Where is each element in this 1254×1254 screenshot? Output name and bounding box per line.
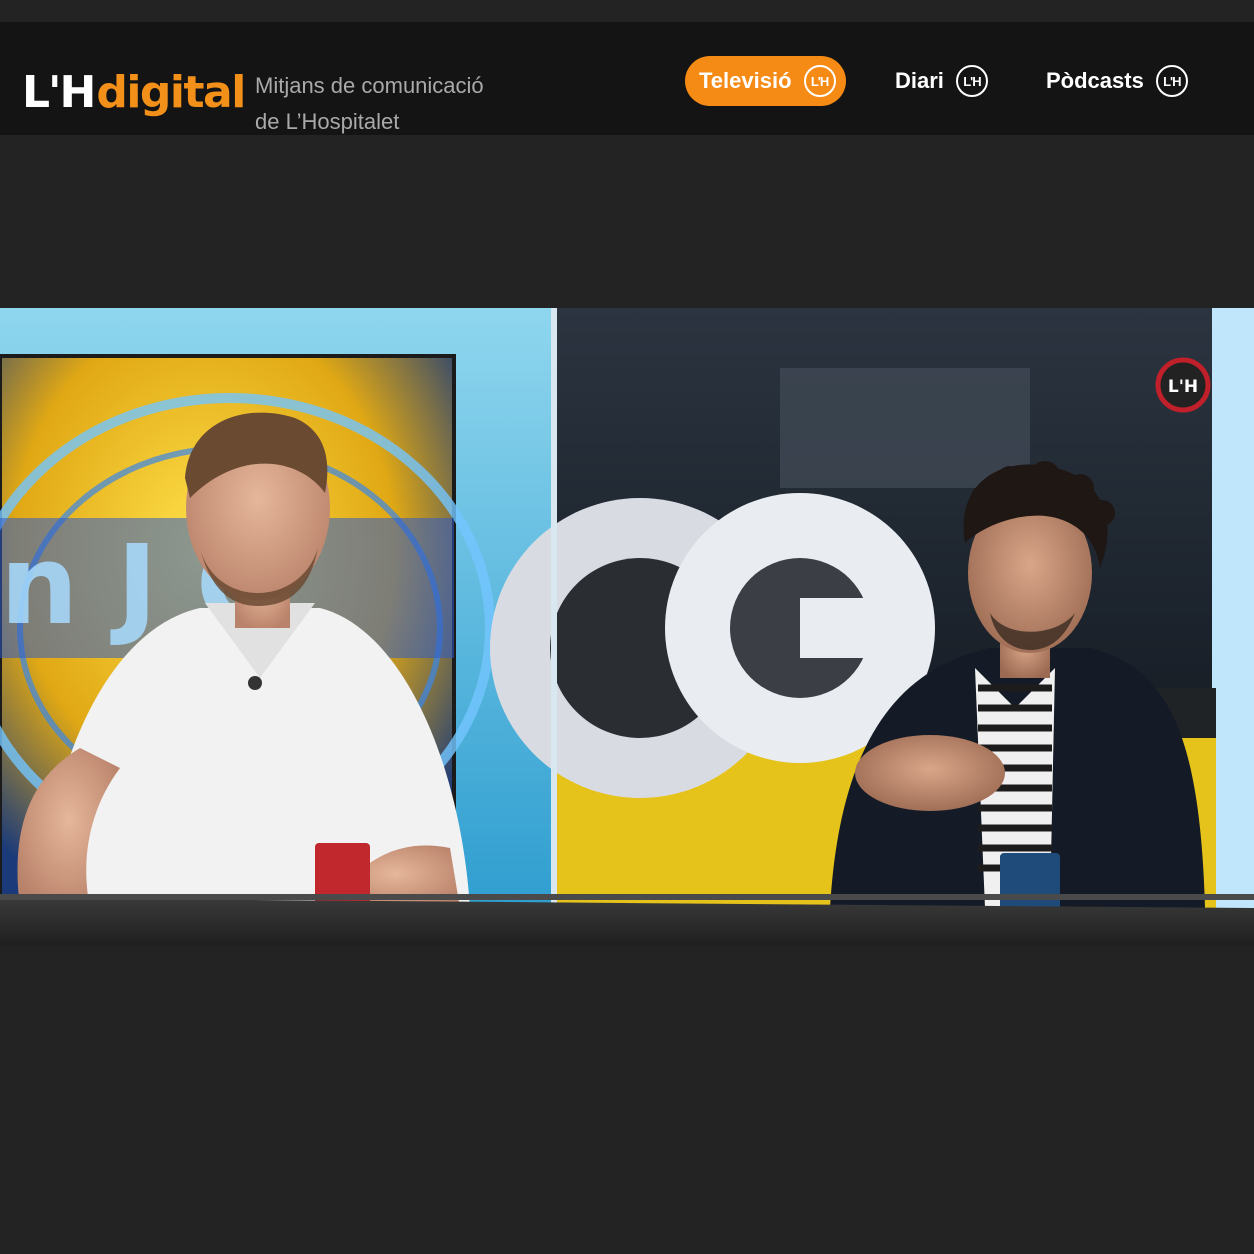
tv-studio-video-frame[interactable]: n J C L'H	[0, 308, 1254, 946]
studio-interview-scene: n J C L'H	[0, 308, 1254, 946]
tagline-line-2: de L’Hospitalet	[255, 109, 400, 134]
nav-diari-button[interactable]: Diari L'H	[895, 56, 988, 106]
logo-word: digital	[96, 67, 246, 118]
lh-badge-icon: L'H	[955, 65, 988, 97]
lh-badge-icon: L'H	[1155, 65, 1188, 97]
lh-badge-icon: L'H	[803, 65, 836, 97]
studio-watermark: L'H	[1168, 377, 1198, 397]
tagline-line-1: Mitjans de comunicació	[255, 73, 484, 98]
lhdigital-logo[interactable]: L'H digital	[22, 55, 246, 118]
nav-podcasts-button[interactable]: Pòdcasts L'H	[1046, 56, 1188, 106]
nav-televisio-button[interactable]: Televisió L'H	[685, 56, 846, 106]
logo-mark: L'H	[22, 67, 96, 118]
site-tagline: Mitjans de comunicació de L’Hospitalet	[255, 68, 484, 140]
nav-televisio-label: Televisió	[699, 68, 792, 93]
nav-diari-label: Diari	[895, 68, 944, 93]
nav-podcasts-label: Pòdcasts	[1046, 68, 1144, 93]
